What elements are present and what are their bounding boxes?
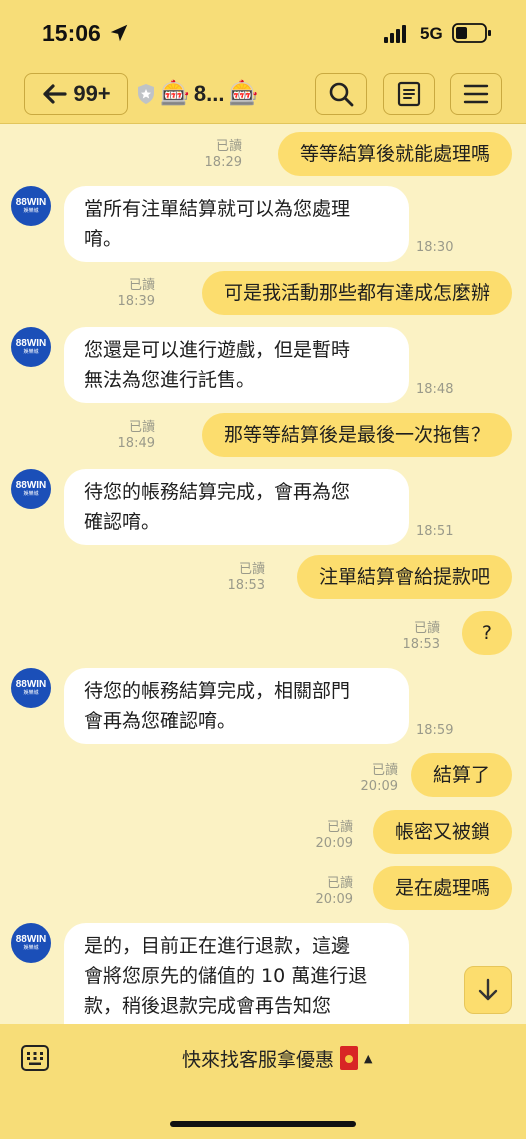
message-line: 是的，目前正在進行退款，這邊: [84, 935, 351, 957]
message-line: 您還是可以進行遊戲，但是暫時: [84, 339, 351, 361]
message-time: 18:48: [416, 382, 454, 397]
my-message-bubble[interactable]: 是在處理嗎: [372, 866, 512, 910]
search-icon: [329, 82, 354, 107]
chat-header: 99+ 🎰 8... 🎰: [0, 66, 526, 124]
message-line: 確認唷。: [84, 511, 161, 533]
scroll-to-bottom-button[interactable]: [464, 966, 512, 1014]
message-meta: 已讀 20:09: [316, 876, 353, 908]
message-line: 會再為您確認唷。: [84, 710, 237, 732]
notes-icon: [397, 81, 421, 107]
network-type: 5G: [420, 24, 443, 43]
shield-icon: [138, 84, 154, 104]
slot-machine-icon: 🎰: [160, 80, 190, 107]
read-receipt: 已讀: [326, 820, 353, 835]
message-meta: 已讀 18:53: [403, 621, 440, 653]
message-time: 18:29: [204, 155, 242, 170]
agent-avatar[interactable]: 88WIN 娛樂城: [11, 668, 51, 708]
message-time: 18:53: [402, 637, 440, 652]
keyboard-icon[interactable]: [20, 1044, 50, 1072]
message-line: 待您的帳務結算完成，會再為您: [84, 481, 351, 503]
menu-button[interactable]: [450, 73, 502, 115]
my-message-bubble[interactable]: 等等結算後就能處理嗎: [277, 132, 512, 176]
message-meta: 已讀 18:29: [205, 139, 242, 171]
avatar-logo-sub: 娛樂城: [23, 690, 39, 696]
avatar-logo-text: 88WIN: [15, 338, 47, 349]
read-receipt: 已讀: [128, 278, 155, 293]
message-line: 待您的帳務結算完成，相關部門: [84, 680, 351, 702]
message-time: 18:53: [227, 578, 265, 593]
search-button[interactable]: [315, 73, 367, 115]
message-meta: 已讀 18:49: [118, 420, 155, 452]
my-message-bubble[interactable]: 可是我活動那些都有達成怎麼辦: [201, 271, 512, 315]
my-message-bubble[interactable]: 帳密又被鎖: [372, 810, 512, 854]
arrow-down-icon: [478, 978, 498, 1001]
notes-button[interactable]: [383, 73, 435, 115]
arrow-left-icon: [43, 84, 67, 104]
back-button[interactable]: 99+: [24, 73, 128, 115]
message-meta: 已讀 18:53: [228, 562, 265, 594]
promo-text: 快來找客服拿優惠: [182, 1048, 335, 1071]
message-meta: 已讀 18:39: [118, 278, 155, 310]
message-time: 18:51: [416, 524, 454, 539]
avatar-logo-text: 88WIN: [15, 480, 47, 491]
message-time: 18:30: [416, 240, 454, 255]
agent-message-bubble[interactable]: 是的，目前正在進行退款，這邊 會將您原先的儲值的 10 萬進行退 款，稍後退款完…: [64, 923, 409, 1024]
red-envelope-icon: [340, 1046, 359, 1070]
read-receipt: 已讀: [371, 763, 398, 778]
agent-message-bubble[interactable]: 當所有注單結算就可以為您處理 唷。: [64, 186, 409, 262]
message-time: 20:09: [315, 892, 353, 907]
slot-machine-icon: 🎰: [228, 80, 259, 107]
message-line: 無法為您進行託售。: [84, 369, 256, 391]
message-time: 18:49: [117, 436, 155, 451]
read-receipt: 已讀: [215, 139, 242, 154]
message-time: 18:39: [117, 294, 155, 309]
chat-messages[interactable]: 已讀 18:29 等等結算後就能處理嗎 88WIN 娛樂城 當所有注單結算就可以…: [0, 124, 526, 1024]
cellular-signal-icon: [384, 25, 406, 43]
message-line: 會將您原先的儲值的 10 萬進行退: [84, 965, 368, 987]
my-message-bubble[interactable]: 結算了: [410, 753, 512, 797]
agent-message-bubble[interactable]: 待您的帳務結算完成，相關部門 會再為您確認唷。: [64, 668, 409, 744]
read-receipt: 已讀: [326, 876, 353, 891]
message-line: 款，稍後退款完成會再告知您: [84, 995, 332, 1017]
avatar-logo-text: 88WIN: [15, 197, 47, 208]
avatar-logo-sub: 娛樂城: [23, 349, 39, 355]
agent-message-bubble[interactable]: 待您的帳務結算完成，會再為您 確認唷。: [64, 469, 409, 545]
avatar-logo-text: 88WIN: [15, 934, 47, 945]
agent-avatar[interactable]: 88WIN 娛樂城: [11, 186, 51, 226]
read-receipt: 已讀: [238, 562, 265, 577]
my-message-bubble[interactable]: 那等等結算後是最後一次拖售？: [201, 413, 512, 457]
message-line: 當所有注單結算就可以為您處理: [84, 198, 351, 220]
caret-up-icon: ▲: [364, 1051, 373, 1065]
read-receipt: 已讀: [413, 621, 440, 636]
avatar-logo-text: 88WIN: [15, 679, 47, 690]
message-time: 20:09: [360, 779, 398, 794]
unread-count: 99+: [73, 81, 111, 106]
avatar-logo-sub: 娛樂城: [23, 491, 39, 497]
chat-title[interactable]: 🎰 8... 🎰: [136, 78, 258, 110]
location-arrow-icon: [110, 24, 128, 42]
promo-menu-toggle[interactable]: 快來找客服拿優惠 ▲: [182, 1044, 372, 1072]
avatar-logo-sub: 娛樂城: [23, 208, 39, 214]
battery-icon: [452, 23, 491, 43]
status-bar: 15:06 5G: [0, 0, 526, 66]
chat-title-text: 8...: [193, 81, 225, 106]
message-time: 18:59: [416, 723, 454, 738]
agent-avatar[interactable]: 88WIN 娛樂城: [11, 469, 51, 509]
agent-avatar[interactable]: 88WIN 娛樂城: [11, 327, 51, 367]
my-message-bubble[interactable]: ?: [461, 611, 512, 655]
my-message-bubble[interactable]: 注單結算會給提款吧: [296, 555, 512, 599]
message-meta: 已讀 20:09: [361, 763, 398, 795]
status-time: 15:06: [42, 20, 101, 46]
menu-icon: [463, 84, 489, 104]
message-line: 唷。: [84, 228, 123, 250]
read-receipt: 已讀: [128, 420, 155, 435]
message-time: 20:09: [315, 836, 353, 851]
agent-avatar[interactable]: 88WIN 娛樂城: [11, 923, 51, 963]
avatar-logo-sub: 娛樂城: [23, 945, 39, 951]
message-meta: 已讀 20:09: [316, 820, 353, 852]
agent-message-bubble[interactable]: 您還是可以進行遊戲，但是暫時 無法為您進行託售。: [64, 327, 409, 403]
home-indicator: [170, 1121, 356, 1127]
